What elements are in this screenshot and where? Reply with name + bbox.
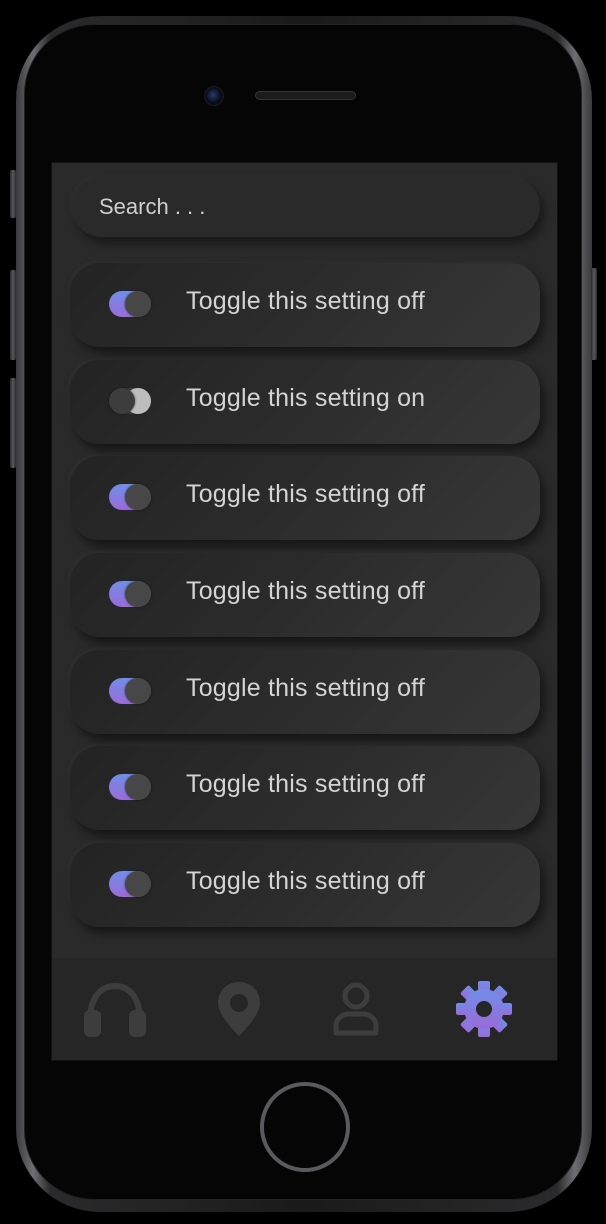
toggle-knob: [125, 677, 151, 704]
headphones-icon: [84, 983, 146, 1037]
home-button[interactable]: [260, 1082, 350, 1172]
setting-label: Toggle this setting off: [186, 287, 426, 315]
app-screen: Toggle this setting off Toggle this sett…: [51, 162, 558, 1061]
nav-settings[interactable]: [449, 978, 519, 1040]
setting-item[interactable]: Toggle this setting off: [70, 843, 540, 928]
toggle-knob: [109, 387, 135, 414]
setting-label: Toggle this setting off: [186, 577, 426, 606]
user-icon: [333, 982, 379, 1036]
toggle-switch[interactable]: [109, 291, 151, 317]
mute-switch: [10, 170, 16, 218]
toggle-knob: [125, 291, 151, 317]
toggle-knob: [125, 581, 151, 608]
bottom-navigation: [52, 958, 557, 1060]
toggle-switch[interactable]: [109, 581, 151, 608]
gear-icon: [456, 981, 512, 1037]
toggle-switch[interactable]: [109, 871, 151, 898]
setting-label: Toggle this setting off: [186, 770, 426, 799]
setting-label: Toggle this setting off: [186, 867, 426, 896]
toggle-switch[interactable]: [109, 484, 151, 511]
search-bar: [72, 177, 540, 237]
location-pin-icon: [218, 982, 260, 1036]
setting-label: Toggle this setting on: [186, 383, 426, 412]
setting-item[interactable]: Toggle this setting off: [70, 263, 540, 347]
toggle-knob: [125, 484, 151, 511]
setting-item[interactable]: Toggle this setting off: [70, 649, 540, 734]
setting-label: Toggle this setting off: [186, 480, 426, 509]
toggle-knob: [125, 871, 151, 898]
earpiece-speaker: [255, 91, 356, 100]
setting-item[interactable]: Toggle this setting off: [70, 456, 540, 541]
nav-music[interactable]: [80, 978, 150, 1040]
setting-label: Toggle this setting off: [186, 673, 426, 702]
settings-list: Toggle this setting off Toggle this sett…: [70, 263, 542, 940]
phone-mockup: Toggle this setting off Toggle this sett…: [0, 0, 606, 1224]
toggle-switch[interactable]: [109, 774, 151, 801]
volume-up-button: [10, 270, 16, 360]
search-input[interactable]: [97, 193, 501, 221]
toggle-switch[interactable]: [109, 677, 151, 704]
setting-item[interactable]: Toggle this setting on: [70, 359, 540, 444]
front-camera: [204, 86, 224, 106]
setting-item[interactable]: Toggle this setting off: [70, 553, 540, 638]
power-button: [591, 268, 597, 360]
nav-location[interactable]: [204, 978, 274, 1040]
toggle-switch[interactable]: [109, 387, 151, 414]
nav-profile[interactable]: [321, 978, 391, 1040]
setting-item[interactable]: Toggle this setting off: [70, 746, 540, 831]
volume-down-button: [10, 378, 16, 468]
toggle-knob: [125, 774, 151, 801]
